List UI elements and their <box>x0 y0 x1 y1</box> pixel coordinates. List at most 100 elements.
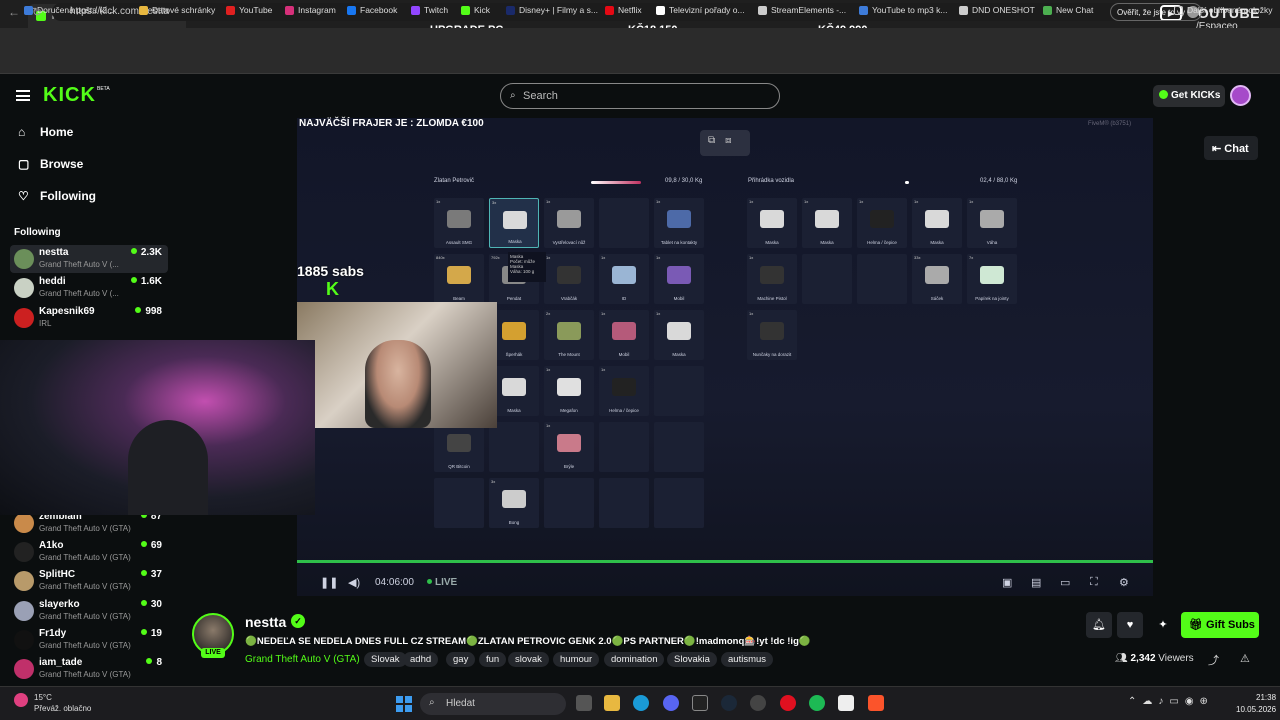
gift-subs-button[interactable]: 🎁︎ Gift Subs <box>1181 612 1259 638</box>
inventory-slot[interactable]: 1x Mobil <box>599 310 649 360</box>
sidebar-channel[interactable]: Kapesnik69 IRL 998 <box>10 304 168 332</box>
stream-tag[interactable]: humour <box>553 652 600 667</box>
stream-tag[interactable]: fun <box>479 652 507 667</box>
edge-icon[interactable] <box>633 695 649 711</box>
brave-icon[interactable] <box>868 695 884 711</box>
stream-tag[interactable]: gay <box>446 652 476 667</box>
app-icon-3[interactable] <box>838 695 854 711</box>
clip-icon[interactable]: ▣ <box>1002 576 1012 589</box>
report-icon[interactable]: ⚠ <box>1240 652 1250 665</box>
taskbar-search[interactable]: ⌕ Hledat <box>420 693 566 715</box>
stream-tag[interactable]: Slovakia <box>667 652 717 667</box>
task-view-icon[interactable] <box>576 695 592 711</box>
stream-tag[interactable]: autismus <box>721 652 774 667</box>
sidebar-channel[interactable]: Fr1dy Grand Theft Auto V (GTA) 19 <box>10 626 168 654</box>
sidebar-channel[interactable]: slayerko Grand Theft Auto V (GTA) 30 <box>10 597 168 625</box>
bookmark-item[interactable]: Facebook <box>347 5 397 15</box>
spotify-icon[interactable] <box>809 695 825 711</box>
inventory-slot[interactable] <box>802 254 852 304</box>
inventory-slot[interactable] <box>599 198 649 248</box>
file-explorer-icon[interactable] <box>604 695 620 711</box>
sidebar-channel[interactable]: A1ko Grand Theft Auto V (GTA) 69 <box>10 538 168 566</box>
inventory-slot[interactable] <box>544 478 594 528</box>
settings-icon[interactable]: ⚙ <box>1119 576 1129 589</box>
inventory-slot[interactable]: 1x Nunčaky na dorazit <box>747 310 797 360</box>
channel-name[interactable]: nestta <box>245 614 286 630</box>
volume-icon[interactable]: ◀) <box>348 576 360 589</box>
inventory-slot[interactable] <box>434 478 484 528</box>
discord-icon[interactable] <box>663 695 679 711</box>
inventory-slot[interactable]: 33x Sáček <box>912 254 962 304</box>
inventory-slot[interactable]: 840x Beam <box>434 254 484 304</box>
sidebar-channel[interactable]: iam_tade Grand Theft Auto V (GTA) 8 <box>10 655 168 683</box>
inventory-slot[interactable] <box>654 422 704 472</box>
inventory-slot[interactable] <box>654 366 704 416</box>
stream-tag[interactable]: slovak <box>508 652 549 667</box>
inventory-slot[interactable]: 7x Papírek na jointy <box>967 254 1017 304</box>
other-bookmarks[interactable]: Další oblíbené položky <box>1174 5 1273 15</box>
pip-icon[interactable]: ▭ <box>1060 576 1070 589</box>
inventory-slot[interactable]: 1x Maska <box>802 198 852 248</box>
inventory-slot[interactable]: 1x Brýle <box>544 422 594 472</box>
inventory-slot[interactable] <box>489 422 539 472</box>
sidebar-home[interactable]: ⌂ Home <box>18 125 73 139</box>
start-button[interactable] <box>396 696 412 712</box>
inventory-slot[interactable]: 3x Maska <box>489 198 539 248</box>
sidebar-following[interactable]: ♡ Following <box>18 189 96 203</box>
chat-toggle-button[interactable]: ⇤ Chat <box>1204 136 1258 160</box>
inventory-slot[interactable]: 1x Vystřelovací nůž <box>544 198 594 248</box>
inventory-slot[interactable]: 1x ID <box>599 254 649 304</box>
inventory-slot[interactable] <box>654 478 704 528</box>
bookmark-item[interactable]: Netflix <box>605 5 642 15</box>
weather-widget[interactable]: 15°C Převáž. oblačno <box>14 692 91 714</box>
sidebar-channel[interactable]: heddi Grand Theft Auto V (... 1.6K <box>10 274 168 302</box>
app-icon-2[interactable] <box>750 695 766 711</box>
inventory-slot[interactable]: 1x Tablet na kontakty <box>654 198 704 248</box>
inventory-slot[interactable] <box>599 478 649 528</box>
bookmark-item[interactable]: DND ONESHOT <box>959 5 1035 15</box>
inventory-slot[interactable]: 3x Bong <box>489 478 539 528</box>
system-tray[interactable]: ⌃☁♪▭◉⊕ <box>1128 696 1214 707</box>
progress-bar[interactable] <box>297 560 1153 563</box>
opera-icon[interactable] <box>780 695 796 711</box>
bookmark-item[interactable]: New Chat <box>1043 5 1093 15</box>
inventory-slot[interactable]: 1x Maska <box>747 198 797 248</box>
get-kicks-button[interactable]: Get KICKs <box>1153 85 1225 107</box>
share-icon[interactable]: ⤴ <box>1208 652 1219 668</box>
follow-heart-icon[interactable]: ♥ <box>1117 612 1143 638</box>
stream-tag[interactable]: Slovak <box>364 652 407 667</box>
stream-category[interactable]: Grand Theft Auto V (GTA) <box>245 654 360 665</box>
inventory-slot[interactable]: 1x Mobil <box>654 254 704 304</box>
inventory-slot[interactable]: 1x Váha <box>967 198 1017 248</box>
taskbar-clock[interactable]: 21:38 10.05.2026 <box>1236 692 1276 716</box>
pip-controls[interactable]: ⧉⧈ <box>700 130 750 156</box>
bookmark-item[interactable]: Twitch <box>411 5 448 15</box>
inventory-slot[interactable]: 1x Helma / čepice <box>857 198 907 248</box>
inventory-slot[interactable]: 1x Maska <box>912 198 962 248</box>
menu-icon[interactable] <box>16 90 30 101</box>
inventory-slot[interactable]: 2x The Mount <box>544 310 594 360</box>
bookmark-item[interactable]: Disney+ | Filmy a s... <box>506 5 598 15</box>
bookmark-item[interactable]: Instagram <box>285 5 336 15</box>
app-icon[interactable] <box>692 695 708 711</box>
back-icon[interactable]: ← <box>8 5 20 19</box>
steam-icon[interactable] <box>721 695 737 711</box>
bookmark-item[interactable]: YouTube to mp3 k... <box>859 5 947 15</box>
bookmark-item[interactable]: Kick <box>461 5 490 15</box>
sidebar-channel[interactable]: nestta Grand Theft Auto V (... 2.3K <box>10 245 168 273</box>
inventory-slot[interactable] <box>599 422 649 472</box>
inventory-slot[interactable]: 1x Machine Pistol <box>747 254 797 304</box>
inventory-slot[interactable]: QR Bitcoin <box>434 422 484 472</box>
theater-icon[interactable]: ▤ <box>1031 576 1041 589</box>
inventory-slot[interactable]: 1x Megafon <box>544 366 594 416</box>
stream-tag[interactable]: adhd <box>403 652 439 667</box>
bookmark-item[interactable]: StreamElements -... <box>758 5 846 15</box>
kick-logo[interactable]: KICK <box>43 84 96 107</box>
notification-bell-icon[interactable]: 🔔︎ <box>1086 612 1112 638</box>
inventory-slot[interactable] <box>857 254 907 304</box>
inventory-slot[interactable]: 1x Helma / čepice <box>599 366 649 416</box>
sidebar-browse[interactable]: ▢ Browse <box>18 157 83 171</box>
sidebar-channel[interactable]: SplitHC Grand Theft Auto V (GTA) 37 <box>10 567 168 595</box>
bookmark-item[interactable]: Datové schránky <box>139 5 215 15</box>
user-avatar[interactable] <box>1230 85 1251 106</box>
